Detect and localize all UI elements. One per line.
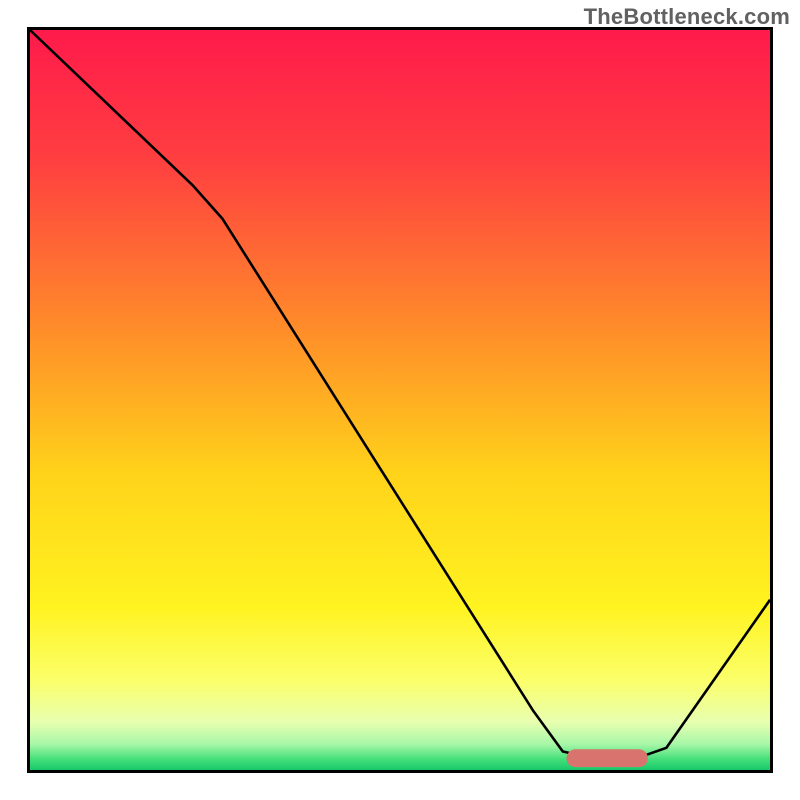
plot-frame — [27, 27, 773, 773]
chart-container: TheBottleneck.com — [0, 0, 800, 800]
bottleneck-curve — [30, 30, 770, 758]
optimal-marker — [567, 749, 648, 767]
plot-overlay — [30, 30, 770, 770]
